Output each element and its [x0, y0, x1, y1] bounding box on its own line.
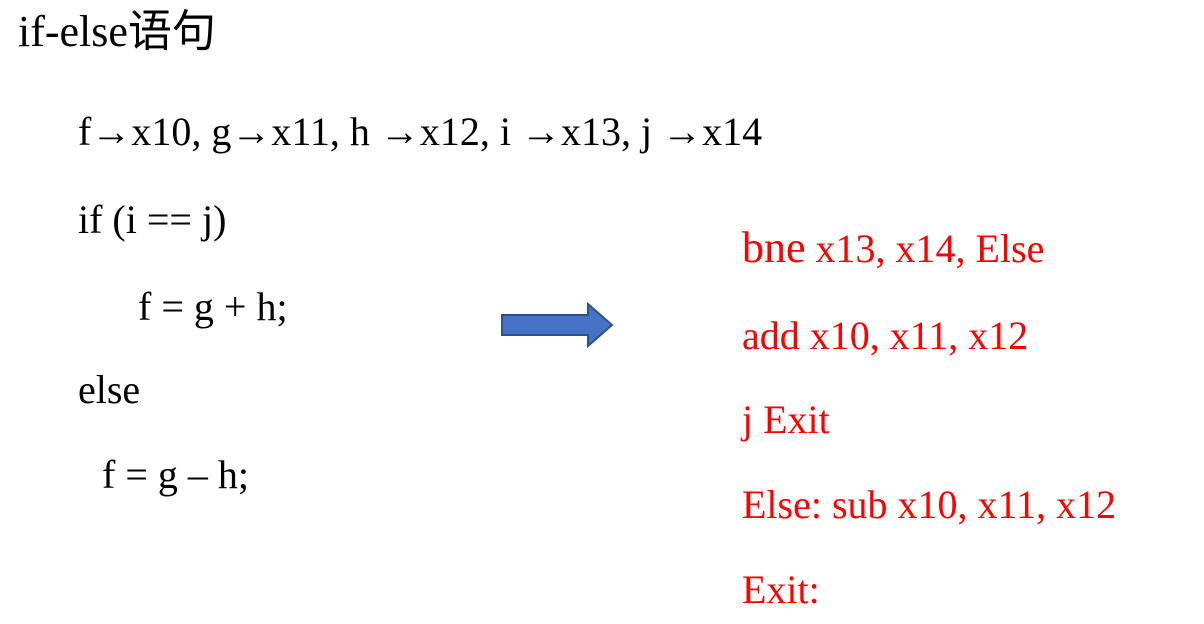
- then-statement-line: f = g + h;: [138, 284, 288, 329]
- asm-bne-line: bne x13, x14, Else: [742, 226, 1044, 270]
- asm-else-sub-line: Else: sub x10, x11, x12: [742, 482, 1117, 527]
- slide-title: if-else语句: [18, 7, 216, 56]
- asm-add-line: add x10, x11, x12: [742, 313, 1029, 358]
- asm-jump-line: j Exit: [742, 397, 830, 442]
- right-arrow-icon: [501, 302, 614, 348]
- else-statement-line: f = g – h;: [102, 452, 249, 497]
- register-mapping: f→x10, g→x11, h →x12, i →x13, j →x14: [78, 109, 763, 154]
- asm-bne-operands: x13, x14, Else: [805, 226, 1045, 271]
- asm-bne-opcode: bne: [742, 223, 806, 272]
- asm-exit-label-line: Exit:: [742, 567, 820, 612]
- if-condition-line: if (i == j): [78, 197, 227, 242]
- else-keyword-line: else: [78, 367, 141, 412]
